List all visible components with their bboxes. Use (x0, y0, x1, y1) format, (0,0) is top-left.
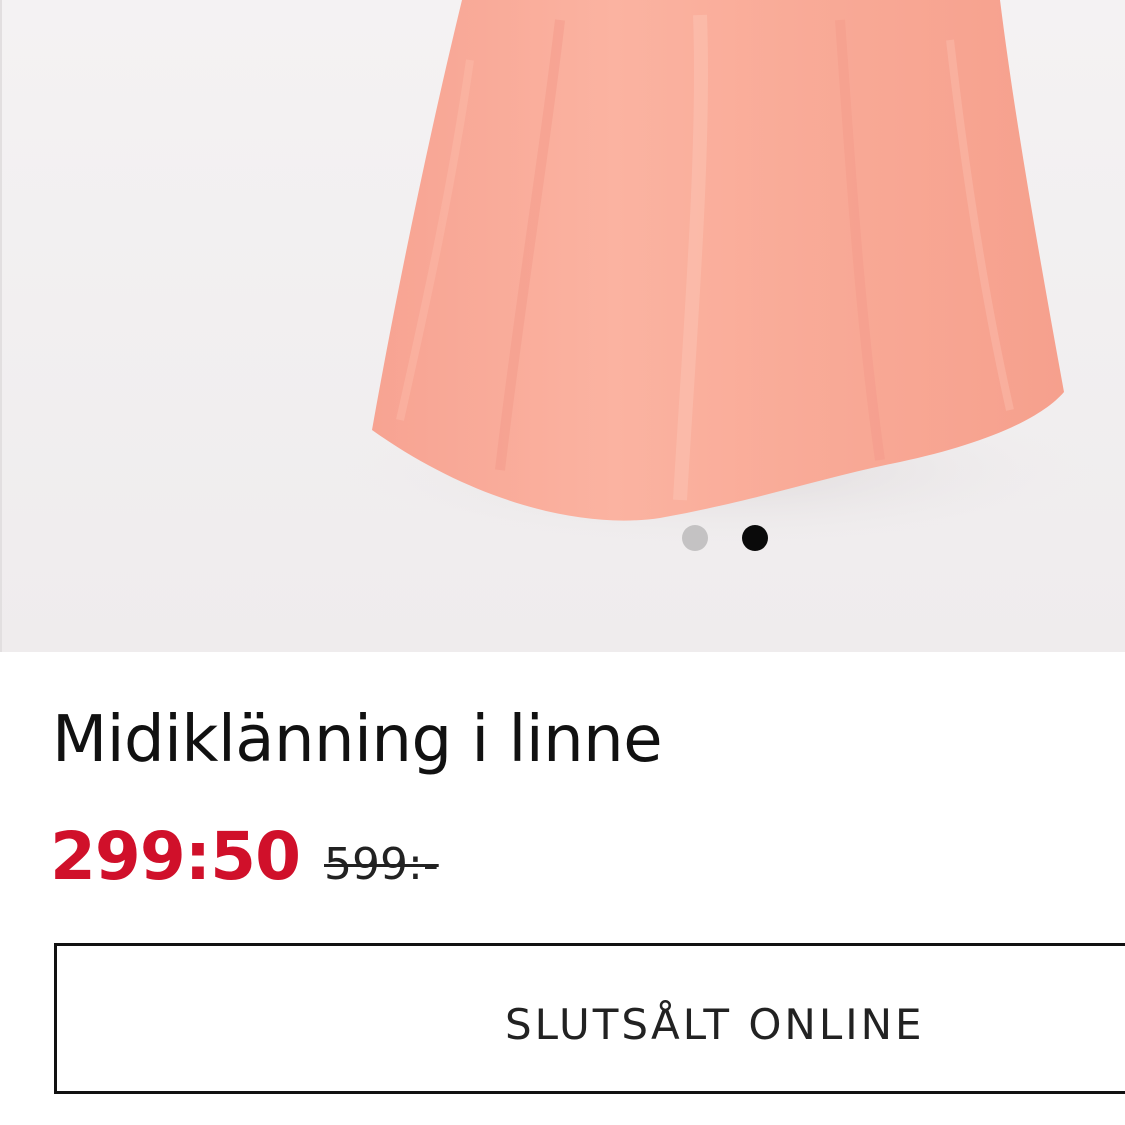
original-price: 599:- (324, 839, 439, 890)
product-page: Midiklänning i linne 299:50 599:- SLUTSÅ… (0, 0, 1125, 1125)
product-title: Midiklänning i linne (52, 703, 663, 777)
carousel-dot-2[interactable] (742, 525, 768, 551)
sale-price: 299:50 (50, 818, 301, 895)
product-image-carousel[interactable] (0, 0, 1125, 652)
product-image (340, 0, 1100, 550)
sold-out-online-button[interactable]: SLUTSÅLT ONLINE (54, 943, 1125, 1094)
price-row: 299:50 599:- (50, 818, 439, 895)
sold-out-online-label: SLUTSÅLT ONLINE (505, 1000, 925, 1049)
carousel-dots (682, 525, 768, 551)
carousel-dot-1[interactable] (682, 525, 708, 551)
dress-skirt (372, 0, 1064, 521)
